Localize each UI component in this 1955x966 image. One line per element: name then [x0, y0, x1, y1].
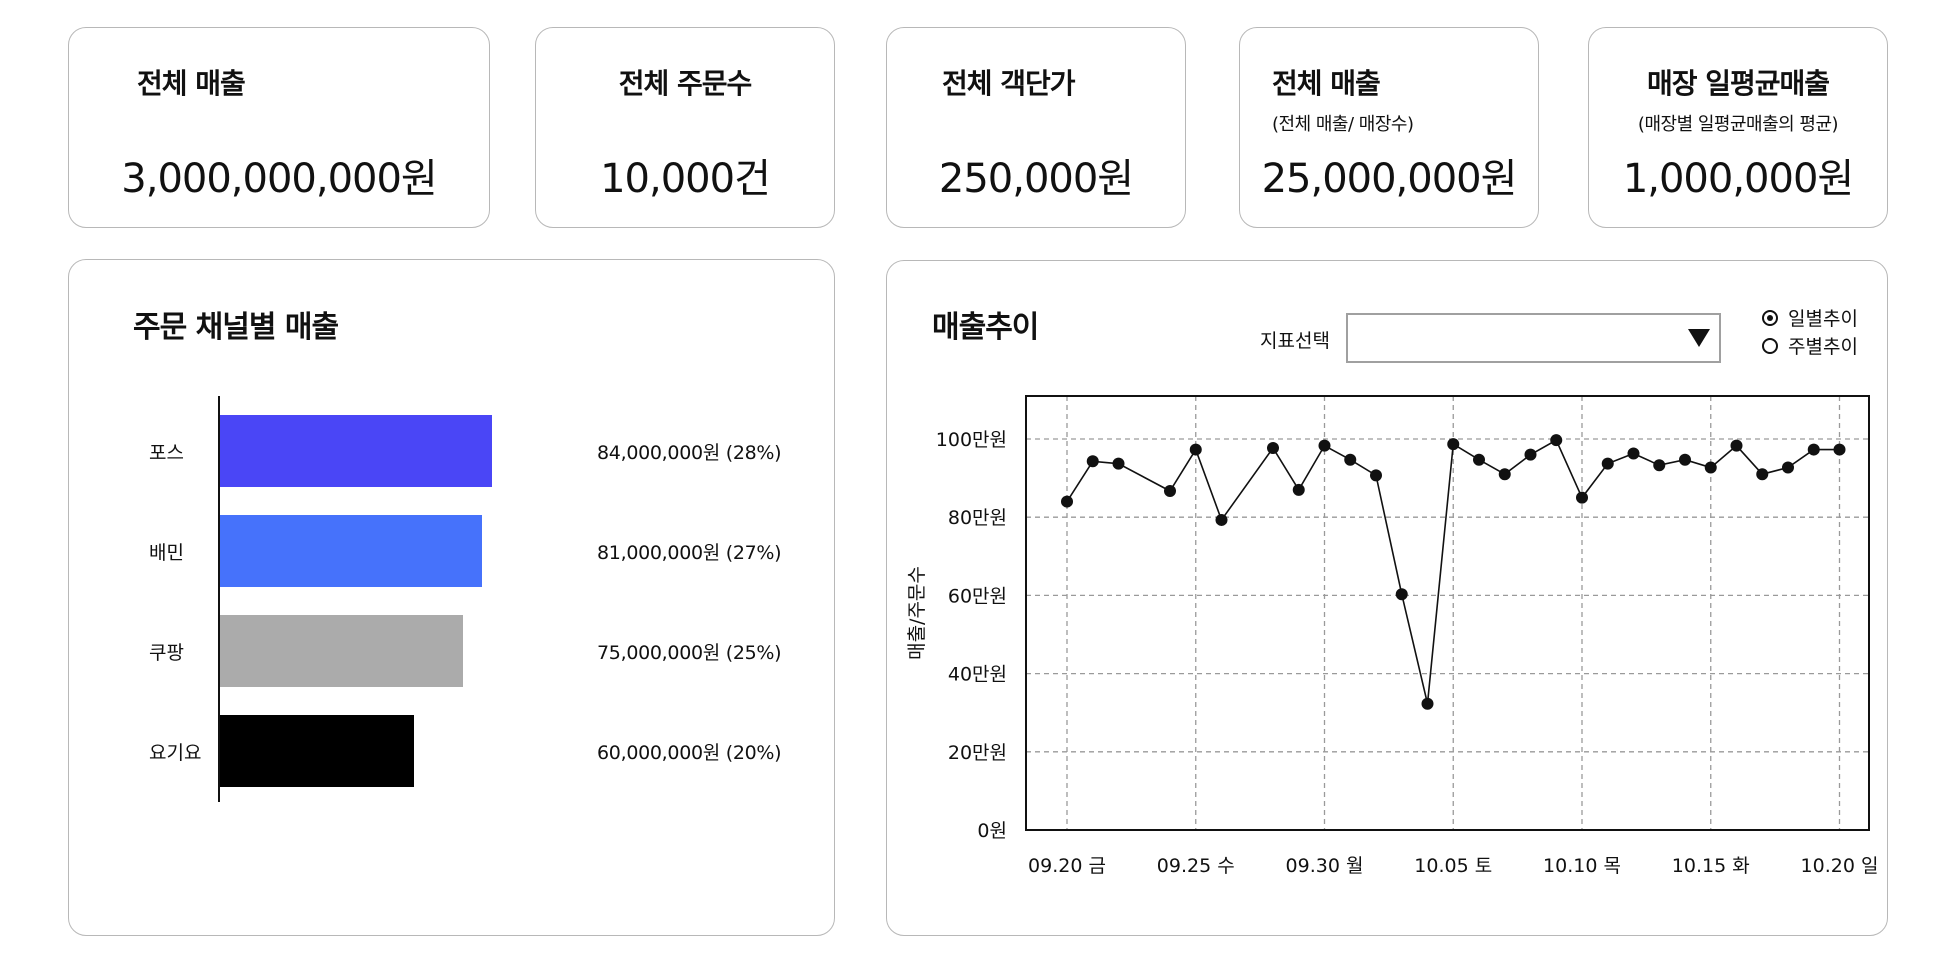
bar-value: 84,000,000원 (28%) — [597, 442, 782, 464]
radio-weekly-trend[interactable]: 주별추이 — [1762, 332, 1858, 359]
bar-value: 75,000,000원 (25%) — [597, 642, 782, 664]
kpi-title: 매장 일평균매출 — [1646, 67, 1830, 100]
bar-value: 81,000,000원 (27%) — [597, 542, 782, 564]
kpi-card-total-sales: 전체 매출 3,000,000,000원 — [68, 27, 490, 228]
kpi-value: 250,000원 — [938, 156, 1134, 202]
channel-sales-panel: 주문 채널별 매출 포스 84,000,000원 (28%) 배민 81,000… — [68, 259, 835, 936]
radio-daily-label: 일별추이 — [1788, 308, 1858, 330]
kpi-title: 전체 매출 — [1272, 67, 1381, 100]
kpi-card-avg-order-value: 전체 객단가 250,000원 — [886, 27, 1186, 228]
kpi-title: 전체 객단가 — [942, 67, 1076, 100]
kpi-title: 전체 주문수 — [618, 67, 753, 100]
radio-daily-trend[interactable]: 일별추이 — [1762, 304, 1858, 331]
bar-value: 60,000,000원 (20%) — [597, 742, 782, 764]
panel-title: 주문 채널별 매출 — [133, 310, 339, 345]
bar-label: 포스 — [149, 442, 184, 464]
kpi-card-total-orders: 전체 주문수 10,000건 — [535, 27, 835, 228]
bar-label: 쿠팡 — [149, 642, 184, 664]
kpi-value: 25,000,000원 — [1261, 156, 1518, 202]
bar-label: 배민 — [149, 542, 184, 564]
bar-coupang — [220, 615, 463, 687]
radio-weekly-circle[interactable] — [1762, 337, 1778, 354]
kpi-card-sales-per-store: 전체 매출 (전체 매출/ 매장수) 25,000,000원 — [1239, 27, 1539, 228]
kpi-subtitle: (매장별 일평균매출의 평균) — [1637, 114, 1839, 135]
kpi-value: 10,000건 — [600, 156, 771, 202]
kpi-subtitle: (전체 매출/ 매장수) — [1272, 114, 1414, 135]
bar-baemin — [220, 515, 483, 587]
metric-select[interactable] — [1346, 313, 1721, 363]
kpi-value: 3,000,000,000원 — [121, 156, 437, 202]
bar-label: 요기요 — [149, 742, 202, 764]
triangle-down-icon — [1688, 329, 1710, 347]
radio-weekly-label: 주별추이 — [1788, 336, 1858, 358]
kpi-card-store-daily-avg: 매장 일평균매출 (매장별 일평균매출의 평균) 1,000,000원 — [1588, 27, 1888, 228]
kpi-title: 전체 매출 — [137, 67, 246, 100]
sales-trend-panel: 매출추이 지표선택 일별추이 주별추이 — [886, 260, 1888, 936]
panel-title: 매출추이 — [932, 310, 1039, 345]
bar-pos — [220, 415, 492, 487]
metric-select-label: 지표선택 — [1260, 330, 1330, 352]
bar-yogiyo — [220, 715, 415, 787]
kpi-value: 1,000,000원 — [1622, 156, 1854, 202]
radio-daily-circle[interactable] — [1762, 309, 1778, 326]
